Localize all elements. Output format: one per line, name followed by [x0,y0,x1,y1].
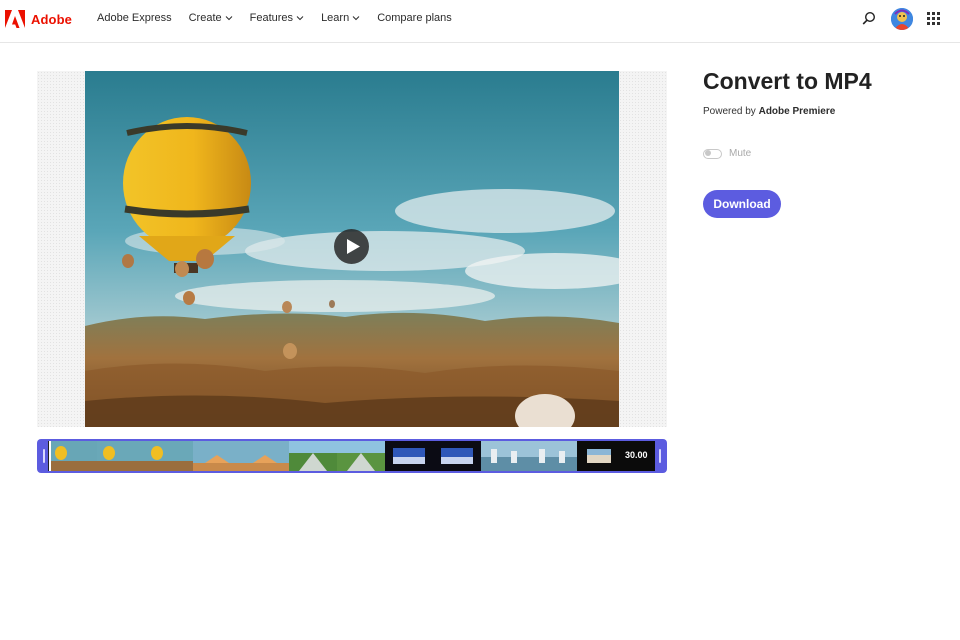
filmstrip-thumbnail [49,441,97,471]
download-button[interactable]: Download [703,190,781,218]
filmstrip-thumbnail [145,441,193,471]
nav-label: Learn [321,12,350,24]
nav-label: Features [249,12,294,24]
filmstrip-thumbnail [193,441,241,471]
handle-grip [43,449,45,463]
filmstrip-thumbnail [385,441,433,471]
handle-grip [659,449,661,463]
filmstrip-thumbnail [97,441,145,471]
avatar-image [891,8,913,30]
chevron-down-icon [352,16,360,21]
nav-label: Create [188,12,222,24]
nav-adobe-express[interactable]: Adobe Express [97,12,172,24]
powered-by-text: Powered by Adobe Premiere [703,106,835,117]
search-icon[interactable] [862,11,876,25]
timeline-trimmer[interactable] [37,439,667,473]
adobe-logo-icon [5,10,25,28]
nav-compare-plans[interactable]: Compare plans [377,12,452,24]
filmstrip-thumbnail [481,441,529,471]
toggle-knob [705,150,711,156]
top-nav-bar: Adobe Adobe Express Create Features Lear… [0,0,960,43]
filmstrip-thumbnail [433,441,481,471]
duration-label: 30.00 [625,450,648,460]
main-nav: Adobe Express Create Features Learn Comp… [97,12,469,24]
avatar[interactable] [891,8,913,30]
nav-learn[interactable]: Learn [321,12,360,24]
filmstrip-thumbnail [289,441,337,471]
playhead-marker[interactable] [48,441,51,471]
timeline-filmstrip [49,441,655,471]
nav-features[interactable]: Features [250,12,304,24]
mute-label: Mute [729,148,752,159]
nav-label: Compare plans [377,12,452,24]
filmstrip-thumbnail [241,441,289,471]
trim-handle-right[interactable] [655,441,665,471]
filmstrip-thumbnail [337,441,385,471]
app-grid-icon[interactable] [927,12,940,25]
brand-name: Adobe [31,11,72,27]
chevron-down-icon [296,16,304,21]
filmstrip-thumbnail [577,441,625,471]
nav-label: Adobe Express [97,12,172,24]
powered-by-product: Adobe Premiere [758,106,836,117]
mute-control: Mute [703,148,751,159]
mute-toggle[interactable] [703,148,722,159]
powered-by-prefix: Powered by [703,106,759,117]
page-title: Convert to MP4 [703,68,872,94]
play-button[interactable] [334,229,369,264]
nav-create[interactable]: Create [189,12,233,24]
chevron-down-icon [225,16,232,21]
filmstrip-thumbnail [529,441,577,471]
adobe-logo-link[interactable]: Adobe [5,10,72,28]
play-icon [347,239,360,254]
